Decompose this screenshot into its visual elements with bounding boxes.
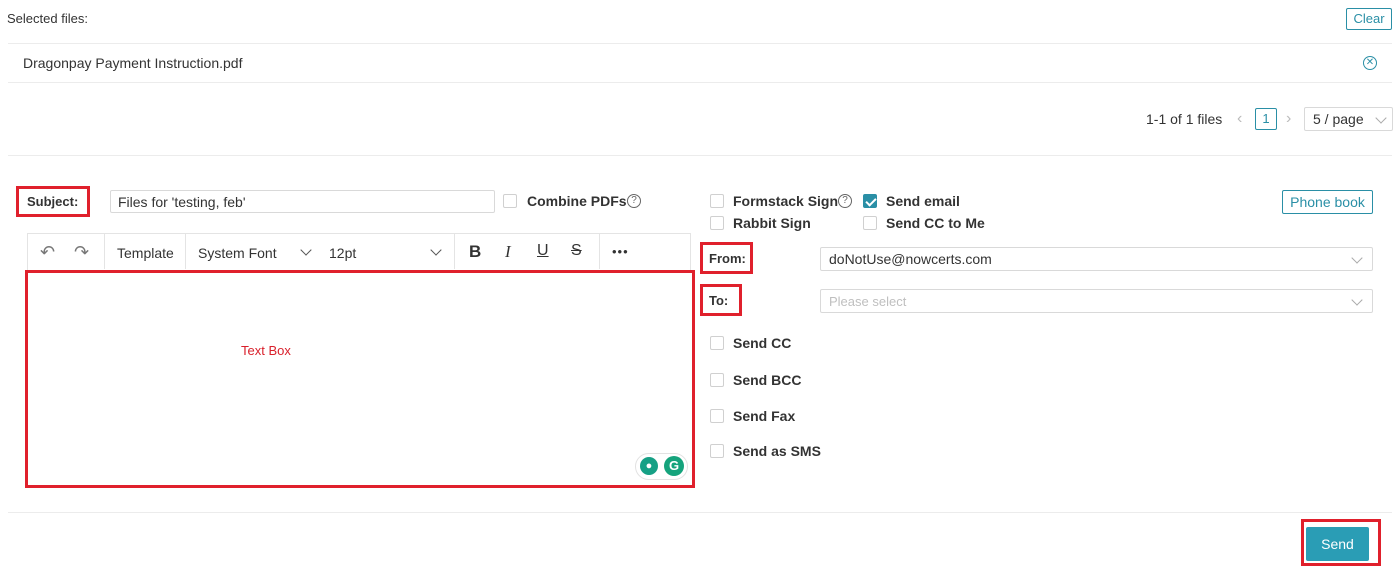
next-page-icon[interactable]: › xyxy=(1286,110,1291,128)
send-fax-label: Send Fax xyxy=(733,408,796,424)
chevron-down-icon xyxy=(1351,294,1363,306)
rabbit-sign-checkbox[interactable] xyxy=(710,216,724,230)
send-cc-me-checkbox[interactable] xyxy=(863,216,877,230)
chevron-down-icon xyxy=(1375,112,1387,124)
divider xyxy=(8,512,1392,513)
more-options-icon[interactable]: ••• xyxy=(612,244,629,259)
send-cc-checkbox[interactable] xyxy=(710,336,724,350)
font-size-select[interactable]: 12pt xyxy=(329,245,356,261)
send-cc-label: Send CC xyxy=(733,335,792,351)
from-label: From: xyxy=(709,251,746,266)
redo-icon[interactable]: ↷ xyxy=(74,242,89,263)
italic-icon[interactable]: I xyxy=(505,242,511,262)
help-icon[interactable]: ? xyxy=(838,194,852,208)
chevron-down-icon xyxy=(1351,252,1363,264)
to-select[interactable]: Please select xyxy=(820,289,1373,313)
from-select[interactable]: doNotUse@nowcerts.com xyxy=(820,247,1373,271)
editor-label: Text Box xyxy=(241,343,291,358)
send-sms-label: Send as SMS xyxy=(733,443,821,459)
page-size-select[interactable]: 5 / page xyxy=(1304,107,1393,131)
help-icon[interactable]: ? xyxy=(627,194,641,208)
send-sms-checkbox[interactable] xyxy=(710,444,724,458)
underline-icon[interactable]: U xyxy=(537,242,549,260)
remove-file-icon[interactable]: ✕ xyxy=(1363,56,1377,70)
send-bcc-label: Send BCC xyxy=(733,372,802,388)
send-email-label: Send email xyxy=(886,193,960,209)
undo-icon[interactable]: ↶ xyxy=(40,242,55,263)
pagination-summary: 1-1 of 1 files xyxy=(1146,111,1223,127)
bold-icon[interactable]: B xyxy=(469,242,481,262)
rabbit-sign-label: Rabbit Sign xyxy=(733,215,811,231)
send-email-checkbox[interactable] xyxy=(863,194,877,208)
to-placeholder: Please select xyxy=(829,294,907,309)
editor-body[interactable] xyxy=(25,270,695,488)
lightbulb-icon[interactable]: ● xyxy=(640,457,658,475)
page-size-value: 5 / page xyxy=(1313,111,1364,127)
combine-pdfs-label: Combine PDFs xyxy=(527,193,627,209)
to-label: To: xyxy=(709,293,729,308)
send-button[interactable]: Send xyxy=(1306,527,1369,561)
send-cc-me-label: Send CC to Me xyxy=(886,215,985,231)
phone-book-button[interactable]: Phone book xyxy=(1282,190,1373,214)
divider xyxy=(8,155,1392,156)
current-page-button[interactable]: 1 xyxy=(1255,108,1277,130)
toolbar-divider xyxy=(104,233,105,269)
grammar-g-icon[interactable]: G xyxy=(664,456,684,476)
toolbar-divider xyxy=(454,233,455,269)
toolbar-divider xyxy=(599,233,600,269)
font-family-select[interactable]: System Font xyxy=(198,245,277,261)
clear-button[interactable]: Clear xyxy=(1346,8,1392,30)
formstack-sign-label: Formstack Sign xyxy=(733,193,839,209)
file-row: Dragonpay Payment Instruction.pdf ✕ xyxy=(8,44,1392,82)
subject-input[interactable] xyxy=(110,190,495,213)
from-value: doNotUse@nowcerts.com xyxy=(829,251,992,267)
file-name[interactable]: Dragonpay Payment Instruction.pdf xyxy=(23,55,242,71)
send-fax-checkbox[interactable] xyxy=(710,409,724,423)
combine-pdfs-checkbox[interactable] xyxy=(503,194,517,208)
divider xyxy=(8,82,1392,83)
strikethrough-icon[interactable]: S xyxy=(571,242,582,260)
grammar-widget[interactable]: ● G xyxy=(635,453,688,480)
prev-page-icon[interactable]: ‹ xyxy=(1237,110,1242,128)
toolbar-divider xyxy=(185,233,186,269)
send-bcc-checkbox[interactable] xyxy=(710,373,724,387)
formstack-sign-checkbox[interactable] xyxy=(710,194,724,208)
selected-files-label: Selected files: xyxy=(7,11,88,26)
subject-label: Subject: xyxy=(27,194,79,209)
template-button[interactable]: Template xyxy=(117,245,174,261)
